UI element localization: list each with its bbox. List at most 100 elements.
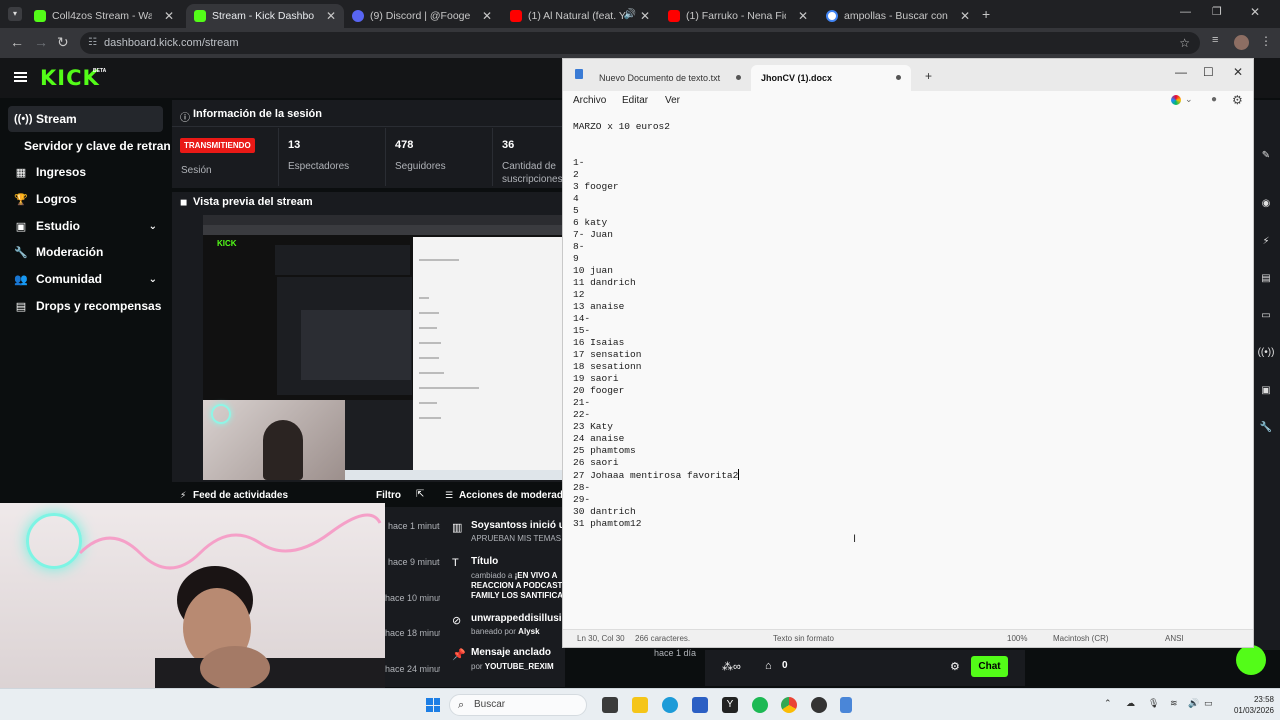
maximize-window-icon[interactable]: ❐	[1212, 5, 1222, 18]
close-tab-icon[interactable]: ✕	[482, 9, 492, 23]
hamburger-menu-icon[interactable]	[14, 72, 27, 82]
taskbar-search[interactable]: ⌕ Buscar	[449, 694, 587, 716]
close-tab-icon[interactable]: ✕	[640, 9, 650, 23]
sidebar-item-stream[interactable]: ((•)) Stream	[8, 106, 163, 132]
sidebar-item-moderation[interactable]: 🔧 Moderación	[8, 239, 163, 265]
battery-icon[interactable]: ▭	[1204, 698, 1213, 709]
kick-logo[interactable]: KICK	[40, 66, 100, 90]
session-label: Sesión	[181, 165, 212, 176]
obs-icon[interactable]	[811, 697, 827, 713]
minimize-icon[interactable]: —	[1175, 65, 1187, 79]
tray-chevron-icon[interactable]: ⌃	[1104, 698, 1112, 709]
file-explorer-icon[interactable]	[632, 697, 648, 713]
income-icon: ▦	[15, 166, 27, 179]
new-tab-icon[interactable]: +	[925, 69, 932, 83]
browser-tab-5[interactable]: (1) Farruko - Nena Fichu [Vide ✕	[660, 4, 816, 28]
browser-menu-icon[interactable]: ⋮	[1260, 34, 1272, 48]
activity-feed-list: hace 1 minuto hace 9 minutos hace 10 min…	[385, 507, 451, 687]
store-app-icon[interactable]	[692, 697, 708, 713]
windows-start-icon[interactable]	[426, 698, 440, 712]
menu-ver[interactable]: Ver	[665, 95, 680, 106]
text-icon: T	[452, 557, 459, 569]
new-tab-icon[interactable]: +	[982, 6, 990, 22]
notepad-taskbar-icon[interactable]	[840, 697, 852, 713]
close-tab-icon[interactable]: ✕	[960, 9, 970, 23]
reload-icon[interactable]: ↻	[57, 34, 69, 51]
char-count: 266 caracteres.	[635, 634, 691, 643]
wrench-icon: 🔧	[14, 246, 28, 259]
stream-preview-video[interactable]: KICK	[203, 215, 563, 480]
wifi-icon[interactable]: ≋	[1170, 698, 1178, 709]
tab-label: ampollas - Buscar con Google	[844, 10, 948, 22]
chevron-down-icon[interactable]: ⌄	[1185, 94, 1193, 105]
yahoo-app-icon[interactable]: Y	[722, 697, 738, 713]
edit-icon[interactable]: ✎	[1254, 150, 1278, 161]
menu-editar[interactable]: Editar	[622, 95, 648, 106]
zoom-level[interactable]: 100%	[1007, 634, 1027, 643]
onedrive-icon[interactable]: ☁	[1126, 698, 1135, 709]
browser-tab-1[interactable]: Coll4zos Stream - Watch Live o ✕	[26, 4, 182, 28]
account-icon[interactable]: ●	[1211, 94, 1217, 105]
address-bar[interactable]: ☷ dashboard.kick.com/stream ☆	[80, 32, 1200, 54]
bookmark-star-icon[interactable]: ☆	[1179, 32, 1190, 54]
browser-tab-4[interactable]: (1) Al Natural (feat. Yandel) 🔊 ✕	[502, 4, 658, 28]
settings-gear-icon[interactable]: ⚙	[1232, 93, 1243, 107]
sidebar-item-server-key[interactable]: Servidor y clave de retransm	[18, 133, 170, 159]
system-clock[interactable]: 23:58 01/03/2026	[1226, 694, 1274, 716]
browser-tab-6[interactable]: ampollas - Buscar con Google ✕	[818, 4, 978, 28]
profile-avatar[interactable]	[1234, 35, 1249, 50]
card-icon[interactable]: ▤	[1254, 273, 1278, 284]
media-control-icon[interactable]: ≡	[1212, 34, 1218, 46]
browser-tab-3[interactable]: (9) Discord | @Fooger yt ✕	[344, 4, 500, 28]
notepad-tab-2[interactable]: JhonCV (1).docx	[751, 65, 911, 91]
edge-icon[interactable]	[662, 697, 678, 713]
sidebar-item-drops[interactable]: ▤ Drops y recompensas	[8, 293, 163, 319]
back-icon[interactable]: ←	[10, 34, 24, 50]
bolt-icon[interactable]: ⚡	[1254, 236, 1278, 247]
chat-send-button[interactable]: Chat	[971, 656, 1008, 677]
viewers-link-icon[interactable]: ⁂∞	[722, 660, 741, 673]
notepad-editor[interactable]: MARZO x 10 euros2 1- 2 3 fooger 4 5 6 ka…	[573, 121, 1233, 581]
dashboard-sidebar: ((•)) Stream Servidor y clave de retrans…	[0, 98, 170, 508]
close-icon[interactable]: ✕	[1233, 65, 1243, 79]
video-icon[interactable]: ▣	[1254, 385, 1278, 396]
maximize-icon[interactable]: ☐	[1203, 65, 1214, 79]
support-chat-button[interactable]	[1236, 645, 1266, 675]
filter-button[interactable]: Filtro	[376, 490, 401, 501]
spotify-icon[interactable]	[752, 697, 768, 713]
minimize-window-icon[interactable]: —	[1180, 6, 1191, 18]
wrench-icon[interactable]: 🔧	[1254, 422, 1278, 433]
broadcast-icon[interactable]: ((•))	[1254, 347, 1278, 358]
forward-icon[interactable]: →	[34, 34, 48, 50]
notepad-tab-1[interactable]: Nuevo Documento de texto.txt	[563, 65, 751, 91]
menu-archivo[interactable]: Archivo	[573, 95, 606, 106]
close-tab-icon[interactable]: ✕	[164, 9, 174, 23]
sidebar-item-community[interactable]: 👥 Comunidad ⌄	[8, 266, 163, 292]
discord-favicon-icon	[352, 10, 364, 22]
audio-playing-icon[interactable]: 🔊	[624, 9, 636, 20]
close-tab-icon[interactable]: ✕	[798, 9, 808, 23]
action-title: Título	[471, 556, 499, 567]
close-window-icon[interactable]: ✕	[1250, 5, 1260, 19]
encoding[interactable]: ANSI	[1165, 634, 1184, 643]
sidebar-item-studio[interactable]: ▣ Estudio ⌄	[8, 213, 163, 239]
camera-icon[interactable]: ◉	[1254, 198, 1278, 209]
close-tab-icon[interactable]: ✕	[326, 9, 336, 23]
volume-icon[interactable]: 🔊	[1188, 698, 1199, 709]
sidebar-item-income[interactable]: ▦ Ingresos	[8, 159, 163, 185]
line-ending[interactable]: Macintosh (CR)	[1053, 634, 1109, 643]
popout-icon[interactable]: ⇱	[416, 489, 424, 500]
store-icon[interactable]: ⌂	[765, 660, 772, 672]
viewers-count: 13	[288, 139, 301, 151]
sidebar-item-achievements[interactable]: 🏆 Logros	[8, 186, 163, 212]
chat-settings-icon[interactable]: ⚙	[950, 660, 960, 673]
action-sub: baneado por Alysk	[471, 627, 540, 636]
chat-bubble-icon[interactable]: ▭	[1254, 310, 1278, 321]
copilot-icon[interactable]	[1171, 95, 1181, 105]
browser-tab-2[interactable]: Stream - Kick Dashboard ✕	[186, 4, 344, 28]
task-view-icon[interactable]	[602, 697, 618, 713]
tab-search-icon[interactable]: ▾	[8, 7, 22, 21]
site-info-icon[interactable]: ☷	[88, 32, 97, 54]
chrome-icon[interactable]	[781, 697, 797, 713]
mic-icon[interactable]: 🎙	[1148, 698, 1159, 709]
